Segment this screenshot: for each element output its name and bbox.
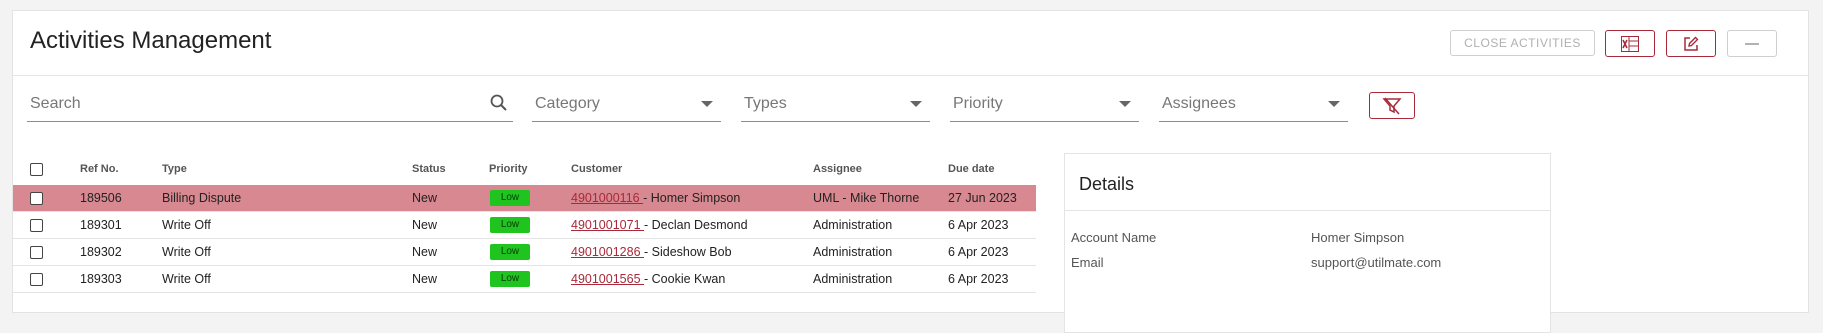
details-panel: Details Account Name Homer Simpson Email… xyxy=(1064,153,1551,333)
priority-select[interactable]: Priority xyxy=(950,87,1139,122)
table-row[interactable]: 189301 Write Off New Low 4901001071 - De… xyxy=(13,212,1036,239)
customer-account-link[interactable]: 4901000116 xyxy=(571,191,643,205)
ref-cell: 189301 xyxy=(80,218,122,232)
type-cell: Write Off xyxy=(162,245,211,259)
customer-name: - Declan Desmond xyxy=(644,218,748,232)
priority-badge: Low xyxy=(490,271,530,287)
column-header-priority[interactable]: Priority xyxy=(489,163,528,175)
search-icon[interactable] xyxy=(489,93,509,113)
column-header-due-date[interactable]: Due date xyxy=(948,163,994,175)
priority-label: Priority xyxy=(953,95,1003,112)
chevron-down-icon xyxy=(701,101,713,107)
assignee-cell: UML - Mike Thorne xyxy=(813,191,920,205)
edit-button[interactable] xyxy=(1666,30,1716,57)
priority-badge: Low xyxy=(490,244,530,260)
row-checkbox[interactable] xyxy=(30,273,43,286)
category-label: Category xyxy=(535,95,600,112)
column-header-customer[interactable]: Customer xyxy=(571,163,622,175)
page-title: Activities Management xyxy=(30,27,272,54)
search-input[interactable]: Search xyxy=(27,87,513,122)
category-select[interactable]: Category xyxy=(532,87,721,122)
header-divider xyxy=(13,75,1808,76)
due-date-cell: 6 Apr 2023 xyxy=(948,218,1009,232)
edit-icon xyxy=(1684,36,1699,51)
table-row[interactable]: 189303 Write Off New Low 4901001565 - Co… xyxy=(13,266,1036,293)
customer-name: - Homer Simpson xyxy=(643,191,741,205)
table-row[interactable]: 189506 Billing Dispute New Low 490100011… xyxy=(13,185,1036,212)
due-date-cell: 6 Apr 2023 xyxy=(948,245,1009,259)
customer-cell: 4901001071 - Declan Desmond xyxy=(571,218,748,232)
customer-account-link[interactable]: 4901001565 xyxy=(571,272,644,286)
status-cell: New xyxy=(412,245,438,259)
table-row[interactable]: 189302 Write Off New Low 4901001286 - Si… xyxy=(13,239,1036,266)
customer-name: - Cookie Kwan xyxy=(644,272,726,286)
type-cell: Write Off xyxy=(162,272,211,286)
column-header-ref[interactable]: Ref No. xyxy=(80,163,119,175)
row-checkbox[interactable] xyxy=(30,192,43,205)
details-title: Details xyxy=(1079,174,1135,194)
customer-name: - Sideshow Bob xyxy=(644,245,732,259)
status-cell: New xyxy=(412,272,438,286)
column-header-assignee[interactable]: Assignee xyxy=(813,163,862,175)
assignees-select[interactable]: Assignees xyxy=(1159,87,1348,122)
account-name-label: Account Name xyxy=(1071,230,1157,245)
select-all-checkbox[interactable] xyxy=(30,163,43,176)
customer-cell: 4901000116 - Homer Simpson xyxy=(571,191,740,205)
chevron-down-icon xyxy=(1119,101,1131,107)
chevron-down-icon xyxy=(1328,101,1340,107)
column-header-status[interactable]: Status xyxy=(412,163,446,175)
type-cell: Write Off xyxy=(162,218,211,232)
excel-icon xyxy=(1621,35,1639,52)
priority-badge: Low xyxy=(490,190,530,206)
status-cell: New xyxy=(412,218,438,232)
ref-cell: 189302 xyxy=(80,245,122,259)
due-date-cell: 6 Apr 2023 xyxy=(948,272,1009,286)
assignee-cell: Administration xyxy=(813,245,893,259)
collapse-button[interactable] xyxy=(1727,30,1777,57)
assignee-cell: Administration xyxy=(813,272,893,286)
customer-cell: 4901001565 - Cookie Kwan xyxy=(571,272,725,286)
clear-filters-button[interactable] xyxy=(1369,92,1415,119)
types-select[interactable]: Types xyxy=(741,87,930,122)
activities-panel: Activities Management CLOSE ACTIVITIES S… xyxy=(12,10,1809,333)
ref-cell: 189303 xyxy=(80,272,122,286)
types-label: Types xyxy=(744,95,787,112)
assignee-cell: Administration xyxy=(813,218,893,232)
email-value: support@utilmate.com xyxy=(1311,255,1442,270)
email-label: Email xyxy=(1071,255,1104,270)
details-divider xyxy=(1065,210,1550,211)
close-activities-button[interactable]: CLOSE ACTIVITIES xyxy=(1450,30,1595,56)
customer-account-link[interactable]: 4901001071 xyxy=(571,218,644,232)
row-checkbox[interactable] xyxy=(30,246,43,259)
due-date-cell: 27 Jun 2023 xyxy=(948,191,1017,205)
assignees-label: Assignees xyxy=(1162,95,1236,112)
chevron-down-icon xyxy=(910,101,922,107)
column-header-type[interactable]: Type xyxy=(162,163,187,175)
ref-cell: 189506 xyxy=(80,191,122,205)
status-cell: New xyxy=(412,191,438,205)
customer-cell: 4901001286 - Sideshow Bob xyxy=(571,245,732,259)
priority-badge: Low xyxy=(490,217,530,233)
row-checkbox[interactable] xyxy=(30,219,43,232)
type-cell: Billing Dispute xyxy=(162,191,242,205)
minus-icon xyxy=(1745,42,1759,45)
customer-account-link[interactable]: 4901001286 xyxy=(571,245,644,259)
account-name-value: Homer Simpson xyxy=(1311,230,1405,245)
search-placeholder: Search xyxy=(30,95,81,112)
clear-filter-icon xyxy=(1382,97,1402,114)
export-excel-button[interactable] xyxy=(1605,30,1655,57)
